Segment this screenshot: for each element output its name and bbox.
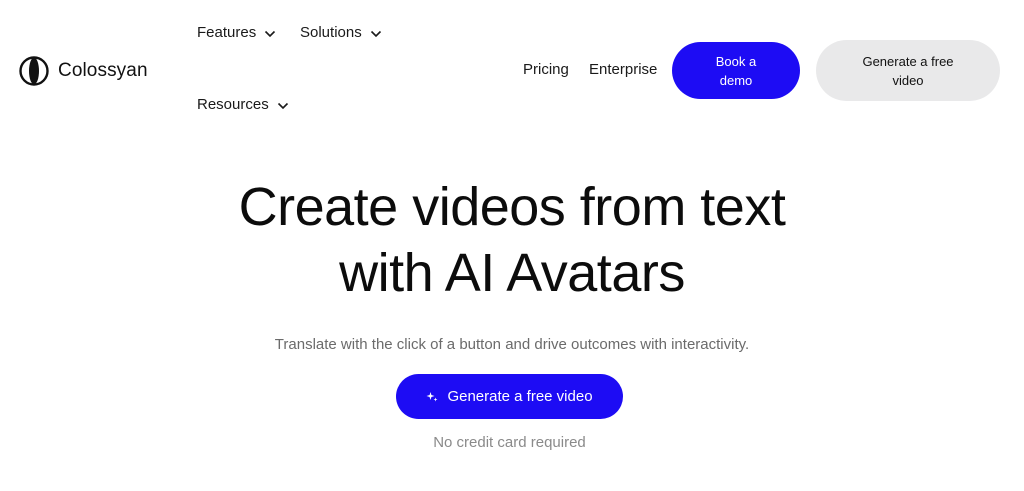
nav-resources-label: Resources bbox=[197, 96, 269, 113]
book-demo-button[interactable]: Book a demo bbox=[672, 42, 800, 99]
nav-pricing[interactable]: Pricing bbox=[523, 61, 569, 78]
brand-logo[interactable]: Colossyan bbox=[18, 56, 148, 86]
nav-solutions[interactable]: Solutions bbox=[300, 24, 382, 41]
chevron-down-icon bbox=[265, 30, 276, 38]
chevron-down-icon bbox=[277, 102, 288, 110]
chevron-down-icon bbox=[370, 30, 381, 38]
nav-enterprise[interactable]: Enterprise bbox=[589, 61, 657, 78]
generate-free-video-button[interactable]: Generate a free video bbox=[816, 40, 1000, 101]
brand-name: Colossyan bbox=[58, 60, 148, 81]
nav-resources[interactable]: Resources bbox=[197, 96, 289, 113]
hero-cta-label: Generate a free video bbox=[447, 388, 593, 405]
nav-features-label: Features bbox=[197, 24, 257, 41]
hero-title: Create videos from text with AI Avatars bbox=[0, 174, 1024, 306]
hero-cta-button[interactable]: Generate a free video bbox=[396, 374, 623, 419]
colossyan-logo-icon bbox=[19, 56, 49, 86]
nav-features[interactable]: Features bbox=[197, 24, 276, 41]
sparkle-icon bbox=[426, 391, 438, 401]
no-credit-card-note: No credit card required bbox=[433, 434, 586, 451]
nav-solutions-label: Solutions bbox=[300, 24, 362, 41]
hero-title-line1: Create videos from text bbox=[238, 177, 786, 237]
hero-subtitle: Translate with the click of a button and… bbox=[274, 336, 750, 353]
hero-title-line2: with AI Avatars bbox=[339, 243, 685, 303]
